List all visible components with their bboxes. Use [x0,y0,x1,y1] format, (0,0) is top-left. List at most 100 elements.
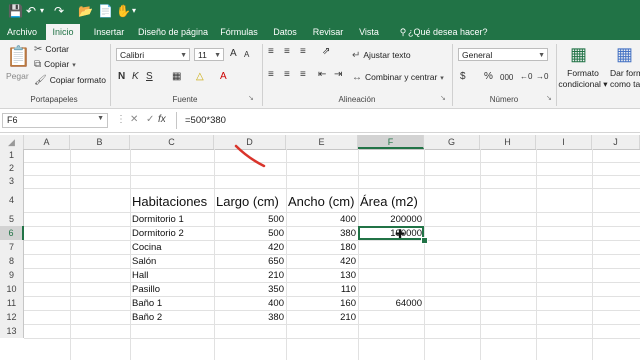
select-all-corner[interactable]: ◢ [0,135,24,149]
tab-insertar[interactable]: Insertar [88,24,130,40]
tab-inicio[interactable]: Inicio [46,24,80,40]
header-cell[interactable]: Habitaciones [132,194,207,209]
row-header[interactable]: 7 [0,240,24,254]
row-header[interactable]: 4 [0,188,24,212]
header-cell[interactable]: Ancho (cm) [288,194,354,209]
table-cell[interactable]: 210 [214,270,284,281]
table-cell[interactable]: Dormitorio 1 [132,214,184,225]
undo-dropdown-icon[interactable]: ▾ [40,3,44,19]
row-header[interactable]: 6 [0,226,24,240]
number-format-combo[interactable]: General ▼ [458,48,548,61]
fill-color-icon[interactable]: △ [196,70,204,84]
decrease-indent-icon[interactable]: ⇤ [318,68,326,82]
conditional-format-button[interactable]: Formato condicional ▾ [558,68,608,90]
table-cell[interactable]: 180 [286,242,356,253]
borders-icon[interactable]: ▦ [172,70,181,84]
align-middle-icon[interactable]: ≡ [284,45,290,59]
cancel-icon[interactable]: ✕ [130,114,138,125]
tab-formulas[interactable]: Fórmulas [218,24,260,40]
table-cell[interactable]: Dormitorio 2 [132,228,184,239]
increase-font-icon[interactable]: A [230,47,237,61]
row-header[interactable]: 13 [0,324,24,338]
table-cell[interactable]: 130 [286,270,356,281]
tab-datos[interactable]: Datos [270,24,300,40]
align-top-icon[interactable]: ≡ [268,45,274,59]
dialog-launcher-icon[interactable]: ↘ [248,94,254,102]
table-cell[interactable]: 380 [286,228,356,239]
orientation-icon[interactable]: ⇗ [322,45,330,59]
table-cell[interactable]: 210 [286,312,356,323]
table-cell[interactable]: Baño 2 [132,312,162,323]
column-header[interactable]: C [130,135,214,149]
fill-handle[interactable] [421,237,428,244]
open-icon[interactable]: 📂 [78,3,93,19]
column-header[interactable]: B [70,135,130,149]
increase-decimal-icon[interactable]: ←0 [520,70,532,84]
comma-style-button[interactable]: 000 [500,71,513,85]
row-header[interactable]: 10 [0,282,24,296]
table-cell[interactable]: 500 [214,228,284,239]
table-cell[interactable]: Hall [132,270,148,281]
tab-revisar[interactable]: Revisar [310,24,346,40]
column-header[interactable]: J [592,135,640,149]
table-cell[interactable]: 400 [286,214,356,225]
table-cell[interactable]: Salón [132,256,156,267]
column-header[interactable]: E [286,135,358,149]
align-right-icon[interactable]: ≡ [300,68,306,82]
wrap-text-button[interactable]: Ajustar texto [363,50,410,60]
tell-me-search[interactable]: ¿Qué desea hacer? [408,24,498,40]
header-cell[interactable]: Área (m2) [360,194,418,209]
name-box[interactable]: F6 ▼ [2,113,108,128]
paste-button[interactable]: Pegar [6,70,29,82]
redo-icon[interactable]: ↷ [54,3,64,19]
customize-icon[interactable]: ▾ [132,3,136,19]
enter-icon[interactable]: ✓ [146,114,154,125]
bold-button[interactable]: N [118,70,125,84]
table-cell[interactable]: 650 [214,256,284,267]
row-header[interactable]: 1 [0,149,24,162]
decrease-decimal-icon[interactable]: →0 [536,70,548,84]
table-cell[interactable]: Cocina [132,242,162,253]
merge-center-button[interactable]: Combinar y centrar [365,72,437,82]
table-cell[interactable]: 110 [286,284,356,295]
tab-diseno-pagina[interactable]: Diseño de página [136,24,210,40]
table-cell[interactable]: Baño 1 [132,298,162,309]
table-cell[interactable]: 190000 [358,228,422,239]
column-header[interactable]: I [536,135,592,149]
table-cell[interactable]: 420 [214,242,284,253]
row-header[interactable]: 9 [0,268,24,282]
new-icon[interactable]: 📄 [98,3,113,19]
table-cell[interactable]: 380 [214,312,284,323]
font-size-combo[interactable]: 11 ▼ [194,48,224,61]
column-header[interactable]: A [24,135,70,149]
cut-button[interactable]: Cortar [45,44,69,54]
percent-button[interactable]: % [484,70,493,84]
table-cell[interactable]: 200000 [358,214,422,225]
font-color-icon[interactable]: A [220,70,227,84]
save-icon[interactable]: 💾 [8,3,23,19]
underline-button[interactable]: S [146,70,153,84]
row-header[interactable]: 8 [0,254,24,268]
row-header[interactable]: 2 [0,162,24,175]
column-header[interactable]: F [358,135,424,149]
column-header[interactable]: G [424,135,480,149]
table-cell[interactable]: 160 [286,298,356,309]
column-header[interactable]: H [480,135,536,149]
table-cell[interactable]: 350 [214,284,284,295]
format-painter-button[interactable]: Copiar formato [50,75,106,85]
align-left-icon[interactable]: ≡ [268,68,274,82]
insert-function-icon[interactable]: fx [158,114,166,125]
table-cell[interactable]: 420 [286,256,356,267]
tab-vista[interactable]: Vista [356,24,382,40]
touch-icon[interactable]: ✋ [116,3,131,19]
row-header[interactable]: 5 [0,212,24,226]
align-bottom-icon[interactable]: ≡ [300,45,306,59]
row-header[interactable]: 3 [0,175,24,188]
align-center-icon[interactable]: ≡ [284,68,290,82]
italic-button[interactable]: K [132,70,139,84]
header-cell[interactable]: Largo (cm) [216,194,279,209]
copy-button[interactable]: Copiar [44,59,69,69]
chevron-down-icon[interactable]: ▾ [72,62,76,69]
tab-archivo[interactable]: Archivo [4,24,40,40]
increase-indent-icon[interactable]: ⇥ [334,68,342,82]
